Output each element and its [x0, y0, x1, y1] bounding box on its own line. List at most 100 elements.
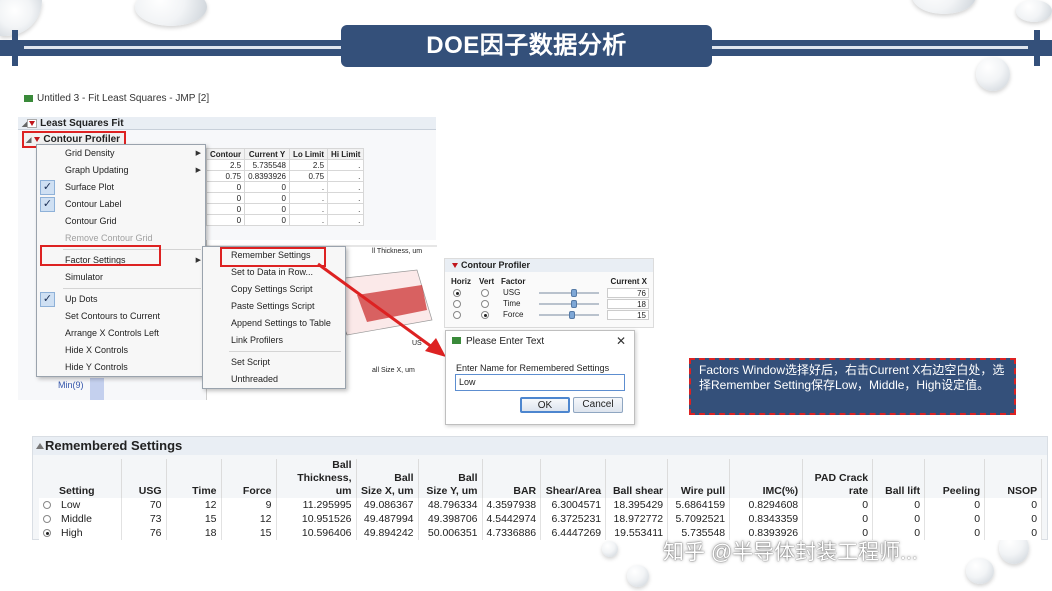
setting-radio[interactable] [43, 529, 51, 538]
watermark: 知乎 @半导体封装工程师... [663, 541, 918, 564]
close-icon[interactable]: ✕ [616, 334, 626, 348]
horiz-radio[interactable] [453, 300, 461, 308]
table-cell: 0.8294608 [729, 498, 804, 512]
column-header[interactable]: Shear/Area [540, 459, 607, 498]
factor-row-time: Time 18 [449, 299, 649, 309]
table-cell: 0 [924, 498, 986, 512]
column-header[interactable]: PAD Crack rate [802, 459, 874, 498]
table-cell: 49.487994 [356, 512, 419, 526]
table-row[interactable]: Low 70 12 9 11.295995 49.086367 48.796334 4.359… [39, 498, 1043, 512]
table-cell: 5.6864159 [667, 498, 731, 512]
table-cell: 0 [802, 498, 874, 512]
table-cell: 70 [121, 498, 167, 512]
table-cell: 5.7092521 [667, 512, 731, 526]
remembered-settings-title: Remembered Settings [33, 437, 1047, 455]
column-header[interactable]: Ball lift [872, 459, 926, 498]
table-cell: 12 [166, 498, 222, 512]
jmp-flag-icon [452, 337, 461, 344]
factor-row-force: Force 15 [449, 310, 649, 320]
column-header[interactable]: BAR [482, 459, 542, 498]
table-cell: 18 [166, 526, 222, 540]
table-cell: 11.295995 [276, 498, 357, 512]
dialog-title: Please Enter Text [452, 336, 544, 347]
factor-slider[interactable] [539, 289, 599, 297]
enter-text-dialog: Please Enter Text ✕ Enter Name for Remem… [445, 330, 635, 425]
table-cell: 73 [121, 512, 167, 526]
table-cell: 48.796334 [418, 498, 483, 512]
table-cell: 0 [872, 512, 926, 526]
current-x-input[interactable]: 18 [607, 299, 649, 309]
remembered-settings-panel: Remembered Settings Setting USG Time For… [32, 436, 1048, 540]
table-cell: 15 [221, 526, 277, 540]
current-x-input[interactable]: 15 [607, 310, 649, 320]
column-header[interactable]: IMC(%) [729, 459, 804, 498]
table-row[interactable]: Middle 73 15 12 10.951526 49.487994 49.398706 4… [39, 512, 1043, 526]
factor-name: USG [503, 288, 521, 297]
table-cell: 0 [984, 526, 1043, 540]
table-cell: 0 [802, 512, 874, 526]
setting-radio[interactable] [43, 501, 51, 510]
table-cell: 49.894242 [356, 526, 419, 540]
table-cell: 0 [924, 526, 986, 540]
column-header[interactable]: Time [166, 459, 222, 498]
column-header[interactable]: Ball Size X, um [356, 459, 419, 498]
table-cell: 0.8343359 [729, 512, 804, 526]
vert-radio[interactable] [481, 300, 489, 308]
table-cell: 10.596406 [276, 526, 357, 540]
column-header[interactable]: NSOP [984, 459, 1043, 498]
column-header[interactable]: Force [221, 459, 277, 498]
factors-panel: Contour Profiler Horiz Vert Factor Curre… [444, 258, 654, 328]
horiz-radio[interactable] [453, 311, 461, 319]
slider-knob[interactable] [571, 300, 577, 308]
table-cell: 6.3004571 [540, 498, 607, 512]
ok-button[interactable]: OK [520, 397, 570, 413]
table-cell: 0 [984, 512, 1043, 526]
table-cell: 4.7336886 [482, 526, 542, 540]
table-cell: 18.972772 [605, 512, 669, 526]
table-cell: 12 [221, 512, 277, 526]
table-cell: 49.398706 [418, 512, 483, 526]
column-header[interactable]: Setting [39, 459, 122, 498]
annotation-note: Factors Window选择好后，右击Current X右边空白处，选择Re… [689, 358, 1016, 415]
factor-slider[interactable] [539, 311, 599, 319]
table-cell: 6.4447269 [540, 526, 607, 540]
table-cell: 19.553411 [605, 526, 669, 540]
horiz-radio[interactable] [453, 289, 461, 297]
red-triangle-menu-icon[interactable] [452, 263, 458, 269]
slider-knob[interactable] [571, 289, 577, 297]
column-header[interactable]: Ball shear [605, 459, 669, 498]
vert-radio[interactable] [481, 289, 489, 297]
vert-radio[interactable] [481, 311, 489, 319]
cancel-button[interactable]: Cancel [573, 397, 623, 413]
setting-cell: Middle [39, 512, 122, 526]
table-cell: 0 [924, 512, 986, 526]
dialog-label: Enter Name for Remembered Settings [456, 363, 610, 373]
column-header[interactable]: Wire pull [667, 459, 731, 498]
factors-columns: Horiz Vert Factor Current X [451, 277, 647, 286]
column-header[interactable]: Peeling [924, 459, 986, 498]
settings-name-input[interactable]: Low [455, 374, 625, 391]
remembered-settings-table: Setting USG Time Force Ball Thickness, um B… [39, 459, 1043, 540]
table-cell: 6.3725231 [540, 512, 607, 526]
slider-knob[interactable] [569, 311, 575, 319]
factor-name: Time [503, 299, 521, 308]
table-cell: 0 [872, 498, 926, 512]
current-x-input[interactable]: 76 [607, 288, 649, 298]
setting-radio[interactable] [43, 515, 51, 524]
setting-cell: Low [39, 498, 122, 512]
table-cell: 4.5442974 [482, 512, 542, 526]
table-cell: 50.006351 [418, 526, 483, 540]
arrow-shaft [317, 262, 433, 349]
table-cell: 0 [984, 498, 1043, 512]
column-header[interactable]: USG [121, 459, 167, 498]
column-header[interactable]: Ball Thickness, um [276, 459, 357, 498]
table-cell: 4.3597938 [482, 498, 542, 512]
table-cell: 10.951526 [276, 512, 357, 526]
disclosure-icon[interactable] [36, 443, 44, 449]
factors-panel-header[interactable]: Contour Profiler [445, 259, 653, 272]
factor-slider[interactable] [539, 300, 599, 308]
table-cell: 18.395429 [605, 498, 669, 512]
table-cell: 76 [121, 526, 167, 540]
column-header[interactable]: Ball Size Y, um [418, 459, 483, 498]
arrow-head [425, 338, 446, 357]
